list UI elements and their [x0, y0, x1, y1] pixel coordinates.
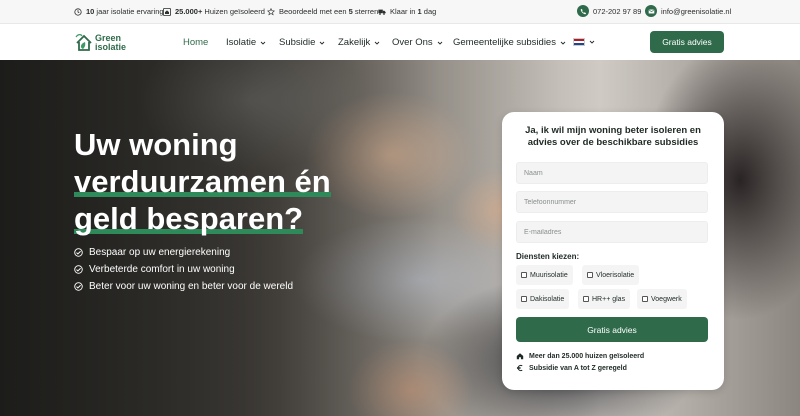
nav-item-over-ons[interactable]: Over Ons	[392, 37, 443, 48]
home-icon	[516, 353, 524, 360]
nav-item-gemeentelijke-subsidies[interactable]: Gemeentelijke subsidies	[453, 37, 566, 48]
advice-form-card: Ja, ik wil mijn woning beter isoleren en…	[502, 112, 724, 390]
check-circle-icon	[74, 265, 83, 274]
nl-flag-icon[interactable]	[573, 38, 585, 46]
chevron-down-icon	[260, 41, 266, 45]
headline-line2: verduurzamen én	[74, 164, 331, 199]
footer-houses-text: Meer dan 25.000 huizen geïsoleerd	[529, 352, 645, 360]
service-label: Vloerisolatie	[596, 271, 635, 279]
delivery-info: Klaar in 1 dag	[378, 7, 436, 16]
mail-icon	[645, 5, 657, 17]
brand-logo[interactable]: Green isolatie	[74, 30, 134, 56]
clock-icon	[74, 7, 82, 16]
service-label: Dakisolatie	[530, 295, 565, 303]
rating-info: Beoordeeld met een 5 sterren	[267, 7, 378, 16]
form-footer-houses: Meer dan 25.000 huizen geïsoleerd	[516, 352, 644, 360]
nav-label-home: Home	[183, 37, 209, 48]
phone-field[interactable]	[516, 191, 708, 213]
benefits-list: Bespaar op uw energierekening Verbeterde…	[74, 244, 293, 295]
benefit-item: Verbeterde comfort in uw woning	[74, 261, 293, 278]
euro-icon	[516, 364, 523, 372]
brand-line2: isolatie	[95, 42, 127, 52]
leaf-house-logo-icon	[75, 34, 92, 51]
service-label: Muurisolatie	[530, 271, 568, 279]
chevron-down-icon	[320, 41, 325, 45]
top-info-bar: 10 jaar isolatie ervaring 25.000+ Huizen…	[0, 0, 800, 24]
nav-item-zakelijk[interactable]: Zakelijk	[338, 37, 380, 48]
checkbox[interactable]	[521, 272, 527, 278]
home-icon	[163, 7, 171, 16]
star-icon	[267, 7, 275, 15]
chevron-down-icon	[437, 41, 442, 45]
nav-label-subsidie: Subsidie	[279, 37, 316, 48]
service-label: HR++ glas	[592, 295, 626, 303]
nav-label-zakelijk: Zakelijk	[338, 37, 371, 48]
check-circle-icon	[74, 282, 83, 291]
email-address: info@greenisolatie.nl	[661, 6, 732, 16]
footer-subsidy-text: Subsidie van A tot Z geregeld	[529, 364, 627, 372]
nav-item-home[interactable]: Home	[183, 37, 208, 48]
gratis-advies-button[interactable]: Gratis advies	[650, 31, 724, 53]
chevron-down-icon	[560, 41, 566, 45]
rating-text: sterren	[352, 7, 379, 16]
service-option-muurisolatie[interactable]: Muurisolatie	[516, 265, 573, 285]
service-option-dakisolatie[interactable]: Dakisolatie	[516, 289, 570, 309]
service-option-hr-glas[interactable]: HR++ glas	[578, 289, 631, 309]
rating-pre: Beoordeeld met een	[279, 7, 349, 16]
headline-line1: Uw woning	[74, 127, 238, 162]
truck-icon	[378, 9, 386, 15]
submit-gratis-advies-button[interactable]: Gratis advies	[516, 317, 708, 342]
experience-text: jaar isolatie ervaring	[94, 7, 164, 16]
delivery-pre: Klaar in	[390, 7, 418, 16]
form-footer-subsidy: Subsidie van A tot Z geregeld	[516, 364, 627, 372]
name-field[interactable]	[516, 162, 708, 184]
service-label: Voegwerk	[651, 295, 682, 303]
nav-item-isolatie[interactable]: Isolatie	[226, 37, 266, 48]
phone-link[interactable]: 072-202 97 89	[577, 5, 641, 17]
service-option-voegwerk[interactable]: Voegwerk	[637, 289, 687, 309]
hero-headline: Uw woning verduurzamen én geld besparen?	[74, 126, 334, 237]
chevron-down-icon[interactable]	[589, 39, 595, 45]
benefit-item: Beter voor uw woning en beter voor de we…	[74, 278, 293, 295]
delivery-text: dag	[421, 7, 437, 16]
benefit-item: Bespaar op uw energierekening	[74, 244, 293, 261]
main-navigation: Green isolatie Home Isolatie Subsidie Za…	[0, 24, 800, 60]
form-title: Ja, ik wil mijn woning beter isoleren en…	[525, 125, 701, 148]
email-link[interactable]: info@greenisolatie.nl	[645, 5, 731, 17]
benefit-text: Verbeterde comfort in uw woning	[89, 264, 235, 275]
houses-info: 25.000+ Huizen geïsoleerd	[163, 7, 265, 16]
check-circle-icon	[74, 248, 83, 257]
headline-line3: geld besparen?	[74, 201, 304, 236]
benefit-text: Beter voor uw woning en beter voor de we…	[89, 281, 294, 292]
phone-icon	[577, 5, 589, 17]
houses-text: Huizen geïsoleerd	[202, 7, 265, 16]
houses-count: 25.000+	[175, 7, 203, 16]
chevron-down-icon	[374, 41, 380, 45]
nav-label-isolatie: Isolatie	[226, 37, 257, 48]
services-label: Diensten kiezen:	[516, 252, 580, 261]
checkbox[interactable]	[521, 296, 527, 302]
checkbox[interactable]	[583, 296, 589, 302]
checkbox[interactable]	[587, 272, 593, 278]
brand-name: Green isolatie	[95, 34, 126, 52]
experience-info: 10 jaar isolatie ervaring	[74, 7, 164, 16]
email-field[interactable]	[516, 221, 708, 243]
checkbox[interactable]	[642, 296, 648, 302]
benefit-text: Bespaar op uw energierekening	[89, 247, 231, 258]
service-option-vloerisolatie[interactable]: Vloerisolatie	[582, 265, 640, 285]
nav-label-gemeentelijke-subsidies: Gemeentelijke subsidies	[453, 37, 556, 48]
nav-label-over-ons: Over Ons	[392, 37, 433, 48]
phone-number: 072-202 97 89	[593, 6, 642, 16]
nav-item-subsidie[interactable]: Subsidie	[279, 37, 325, 48]
